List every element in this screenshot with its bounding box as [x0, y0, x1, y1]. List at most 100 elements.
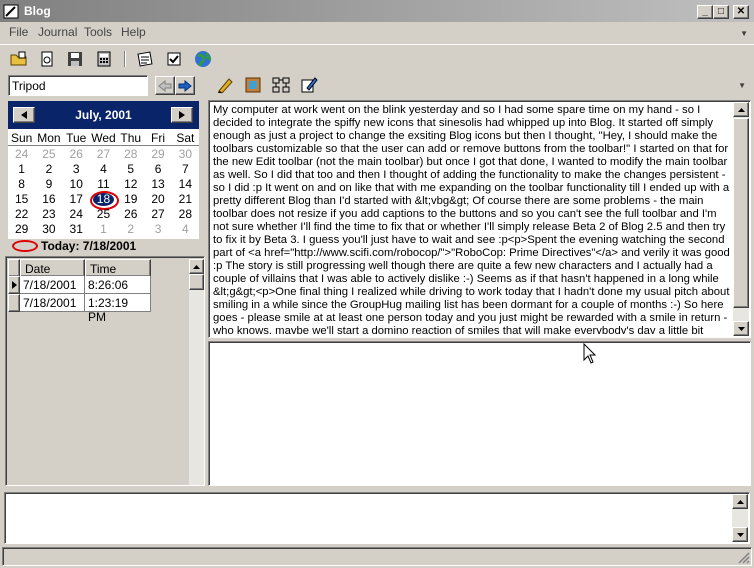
save-button[interactable]	[64, 49, 86, 69]
calendar-day[interactable]: 30	[35, 222, 62, 237]
calendar-day[interactable]: 30	[172, 147, 199, 162]
minimize-icon: _	[702, 6, 708, 17]
calendar-day[interactable]: 5	[117, 162, 144, 177]
column-header-time[interactable]: Time	[85, 259, 151, 277]
next-month-button[interactable]	[171, 107, 193, 123]
calendar-day[interactable]: 6	[144, 162, 171, 177]
scroll-up-icon	[193, 264, 200, 269]
globe-icon	[195, 51, 212, 67]
calendar-day[interactable]: 28	[117, 147, 144, 162]
calendar-day[interactable]: 26	[117, 207, 144, 222]
calendar-day[interactable]: 4	[172, 222, 199, 237]
calendar-weekday-row: Sun Mon Tue Wed Thu Fri Sat	[8, 131, 199, 146]
calendar-day[interactable]: 19	[117, 192, 144, 207]
calendar-day[interactable]: 27	[144, 207, 171, 222]
maximize-button[interactable]: □	[713, 5, 729, 19]
calendar-day[interactable]: 1	[90, 222, 117, 237]
log-scrollbar[interactable]	[732, 494, 748, 542]
calendar-day[interactable]: 14	[172, 177, 199, 192]
calendar-day[interactable]: 4	[90, 162, 117, 177]
calendar-day[interactable]: 10	[63, 177, 90, 192]
globe-button[interactable]	[192, 49, 214, 69]
calendar-day[interactable]: 20	[144, 192, 171, 207]
table-layout-button[interactable]	[270, 75, 292, 95]
calendar-day[interactable]: 11	[90, 177, 117, 192]
weekday-label: Thu	[120, 131, 142, 145]
calendar-day[interactable]: 29	[144, 147, 171, 162]
calendar-day[interactable]: 31	[63, 222, 90, 237]
calendar-day[interactable]: 25	[90, 207, 117, 222]
calendar-day[interactable]: 16	[35, 192, 62, 207]
calendar-day[interactable]: 3	[144, 222, 171, 237]
menu-file[interactable]: File	[9, 25, 28, 39]
calendar-day-number: 18	[96, 192, 111, 206]
calendar-day[interactable]: 27	[90, 147, 117, 162]
menu-tools[interactable]: Tools	[84, 25, 112, 39]
status-log-box[interactable]	[4, 492, 750, 544]
calendar-day[interactable]: 12	[117, 177, 144, 192]
calendar-day[interactable]: 8	[8, 177, 35, 192]
scroll-down-button[interactable]	[733, 321, 749, 336]
column-header-date[interactable]: Date	[20, 259, 85, 277]
scroll-down-icon	[736, 532, 744, 537]
row-indicator	[8, 276, 20, 294]
entry-date: 7/18/2001	[20, 294, 85, 312]
calendar-day[interactable]: 29	[8, 222, 35, 237]
scroll-thumb[interactable]	[189, 274, 204, 290]
menu-help[interactable]: Help	[121, 25, 146, 39]
arrow-right-icon	[178, 79, 192, 92]
calendar-day[interactable]: 25	[35, 147, 62, 162]
resize-grip-icon[interactable]	[738, 552, 750, 564]
table-row[interactable]: 7/18/2001 1:23:19 PM	[8, 294, 151, 324]
search-input[interactable]	[8, 75, 148, 96]
calendar-day[interactable]: 28	[172, 207, 199, 222]
editor-scrollbar[interactable]	[733, 102, 749, 336]
editor-toolbar-chevron-icon[interactable]: ▼	[738, 81, 746, 90]
table-row[interactable]: 7/18/2001 8:26:06 AM	[8, 276, 151, 306]
scroll-down-button[interactable]	[732, 527, 748, 542]
calendar-day[interactable]: 2	[117, 222, 144, 237]
calendar-day[interactable]: 15	[8, 192, 35, 207]
back-button[interactable]	[155, 76, 175, 95]
entry-editor[interactable]: My computer at work went on the blink ye…	[208, 100, 751, 338]
entry-list-scrollbar[interactable]	[189, 259, 204, 485]
new-doc-icon	[41, 51, 53, 67]
calendar-day[interactable]: 24	[63, 207, 90, 222]
check-button[interactable]	[163, 49, 185, 69]
calendar-day[interactable]: 21	[172, 192, 199, 207]
calendar-day[interactable]: 2	[35, 162, 62, 177]
menubar-chevron-icon[interactable]: ▼	[740, 29, 748, 38]
calendar-day[interactable]: 13	[144, 177, 171, 192]
scroll-up-button[interactable]	[189, 259, 204, 274]
calendar-day-selected[interactable]: 18	[89, 191, 120, 210]
calendar-day[interactable]: 17	[63, 192, 90, 207]
calendar-day[interactable]: 22	[8, 207, 35, 222]
calculator-button[interactable]	[93, 49, 115, 69]
close-button[interactable]: ✕	[733, 5, 749, 19]
preview-pane[interactable]	[208, 341, 751, 486]
calendar-day[interactable]: 7	[172, 162, 199, 177]
scroll-up-button[interactable]	[732, 494, 748, 509]
entry-text[interactable]: My computer at work went on the blink ye…	[213, 104, 733, 334]
new-entry-button[interactable]	[36, 49, 58, 69]
calendar-day[interactable]: 3	[63, 162, 90, 177]
edit-pen-button[interactable]	[214, 75, 236, 95]
scroll-up-button[interactable]	[733, 102, 749, 117]
calendar-day[interactable]: 26	[63, 147, 90, 162]
insert-image-button[interactable]	[242, 75, 264, 95]
main-toolbar	[0, 44, 754, 72]
window-title: Blog	[24, 4, 51, 18]
forward-button[interactable]	[175, 76, 195, 95]
calendar-day[interactable]: 23	[35, 207, 62, 222]
today-link[interactable]: Today: 7/18/2001	[10, 238, 200, 254]
calendar-day[interactable]: 1	[8, 162, 35, 177]
scroll-thumb[interactable]	[733, 118, 749, 308]
calendar-day[interactable]: 24	[8, 147, 35, 162]
notes-button[interactable]	[135, 49, 157, 69]
blog-app-icon[interactable]	[3, 4, 19, 19]
open-button[interactable]	[8, 49, 30, 69]
edit-note-button[interactable]	[298, 75, 320, 95]
calendar-day[interactable]: 9	[35, 177, 62, 192]
menu-journal[interactable]: Journal	[38, 25, 77, 39]
minimize-button[interactable]: _	[697, 5, 713, 19]
